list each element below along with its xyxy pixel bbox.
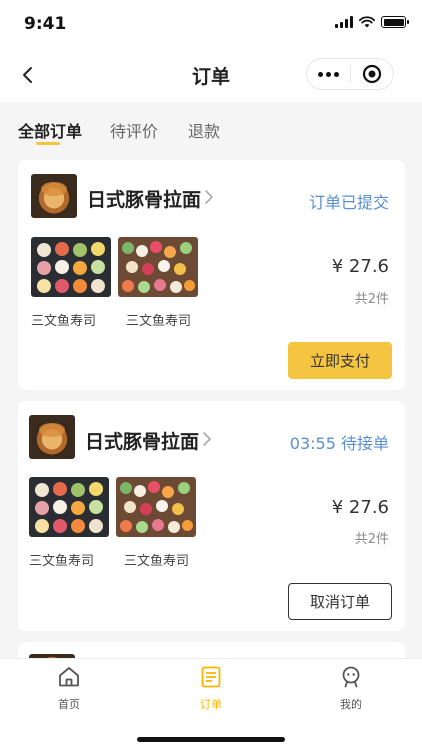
- tab-refund[interactable]: 退款: [188, 118, 220, 142]
- tabbar-label: 订单: [200, 698, 222, 711]
- profile-icon: [342, 666, 360, 688]
- close-mini-program-button[interactable]: [351, 59, 393, 89]
- order-price: ¥ 27.6: [331, 256, 389, 277]
- chevron-right-icon: [203, 432, 211, 446]
- order-icon: [201, 666, 221, 688]
- food-image: [29, 477, 109, 537]
- cancel-order-button[interactable]: 取消订单: [288, 583, 392, 620]
- battery-icon: [381, 16, 409, 28]
- wifi-icon: [359, 16, 375, 28]
- status-bar: 9:41: [0, 0, 422, 48]
- tabbar-label: 我的: [340, 698, 362, 711]
- more-dots-icon: [318, 71, 323, 77]
- target-icon: [362, 64, 382, 84]
- order-card[interactable]: 日式豚骨拉面 订单已提交 三文鱼寿司 三文鱼寿司 ¥ 27.6 共2件 立即支付: [18, 160, 405, 390]
- status-icons: [335, 16, 409, 28]
- mini-program-capsule: [306, 58, 394, 90]
- food-image: [31, 237, 111, 297]
- tab-indicator: [36, 142, 60, 145]
- more-button[interactable]: [307, 59, 350, 89]
- home-icon: [59, 667, 79, 687]
- tabbar-label: 首页: [58, 698, 80, 711]
- order-tabs: 全部订单 待评价 退款: [0, 102, 422, 152]
- order-price: ¥ 27.6: [331, 497, 389, 518]
- food-name: 三文鱼寿司: [29, 554, 95, 569]
- tab-all-orders[interactable]: 全部订单: [18, 118, 82, 142]
- tabbar-item-home[interactable]: 首页: [34, 665, 104, 712]
- order-status: 订单已提交: [308, 193, 389, 212]
- tabbar-item-profile[interactable]: 我的: [316, 665, 386, 712]
- food-name: 三文鱼寿司: [124, 554, 190, 569]
- food-image: [116, 477, 196, 537]
- nav-bar: 订单: [0, 48, 422, 102]
- shop-thumbnail: [29, 415, 75, 459]
- tab-pending-review[interactable]: 待评价: [110, 118, 158, 142]
- home-indicator: [137, 737, 285, 742]
- chevron-right-icon: [205, 190, 213, 204]
- tabbar-item-orders[interactable]: 订单: [176, 665, 246, 712]
- item-count: 共2件: [354, 532, 389, 547]
- food-name: 三文鱼寿司: [126, 314, 192, 329]
- pay-now-button[interactable]: 立即支付: [288, 342, 392, 379]
- shop-thumbnail: [31, 174, 77, 218]
- status-time: 9:41: [24, 14, 67, 34]
- signal-icon: [335, 16, 353, 28]
- order-card[interactable]: 日式豚骨拉面 03:55 待接单 三文鱼寿司 三文鱼寿司 ¥ 27.6 共2件 …: [18, 401, 405, 631]
- order-status: 03:55 待接单: [289, 434, 389, 453]
- food-name: 三文鱼寿司: [31, 314, 97, 329]
- food-image: [118, 237, 198, 297]
- shop-name[interactable]: 日式豚骨拉面: [85, 427, 199, 454]
- item-count: 共2件: [354, 292, 389, 307]
- shop-name[interactable]: 日式豚骨拉面: [87, 185, 201, 212]
